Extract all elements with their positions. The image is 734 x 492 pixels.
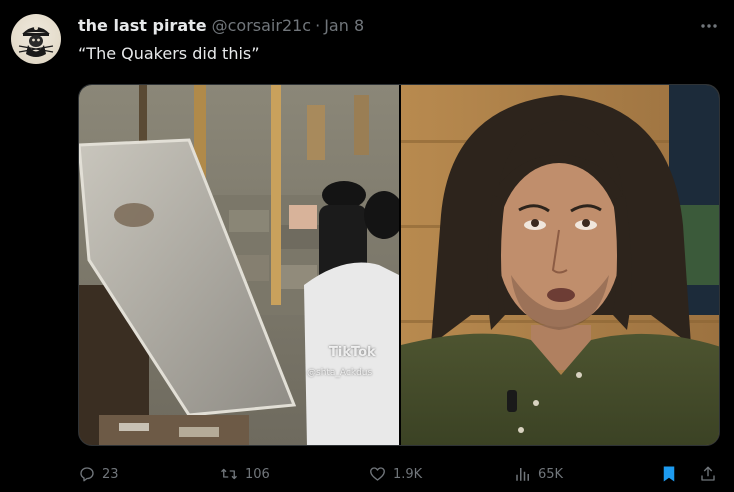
tweet-text: “The Quakers did this”: [78, 44, 260, 63]
heart-icon: [370, 467, 385, 481]
tiktok-watermark: TikTok: [329, 345, 376, 360]
reply-button[interactable]: 23: [78, 460, 119, 488]
tweet: the last pirate @corsair21c · Jan 8 “The…: [0, 0, 734, 492]
bookmark-icon: [663, 466, 675, 482]
user-handle[interactable]: @corsair21c: [212, 16, 311, 35]
views-icon: [516, 468, 529, 481]
more-icon[interactable]: [696, 14, 722, 38]
retweet-count: 106: [245, 466, 270, 482]
views-count: 65K: [538, 466, 564, 482]
reply-count: 23: [102, 466, 119, 482]
mattress-scene-image: [79, 85, 399, 445]
display-name[interactable]: the last pirate: [78, 16, 207, 35]
retweet-icon: [221, 468, 237, 480]
pirate-avatar-icon: [18, 26, 54, 57]
share-button[interactable]: [699, 460, 723, 488]
reply-icon: [80, 467, 94, 482]
man-portrait-image: [401, 85, 719, 445]
retweet-button[interactable]: 106: [219, 460, 270, 488]
separator-dot: ·: [315, 16, 321, 35]
share-icon: [701, 466, 715, 481]
media-image-right[interactable]: [401, 85, 719, 445]
bookmark-button[interactable]: [660, 460, 684, 488]
action-bar: 23 106 1.9K 65K: [78, 460, 720, 488]
tiktok-handle-watermark: @shta_Ackdus: [307, 368, 373, 378]
tweet-date[interactable]: Jan 8: [324, 16, 364, 35]
like-button[interactable]: 1.9K: [368, 460, 422, 488]
views-button[interactable]: 65K: [514, 460, 563, 488]
like-count: 1.9K: [393, 466, 423, 482]
media-grid: TikTok @shta_Ackdus: [78, 84, 720, 446]
media-image-left[interactable]: TikTok @shta_Ackdus: [79, 85, 399, 445]
tweet-header: the last pirate @corsair21c · Jan 8: [78, 16, 364, 40]
avatar[interactable]: [11, 14, 61, 64]
